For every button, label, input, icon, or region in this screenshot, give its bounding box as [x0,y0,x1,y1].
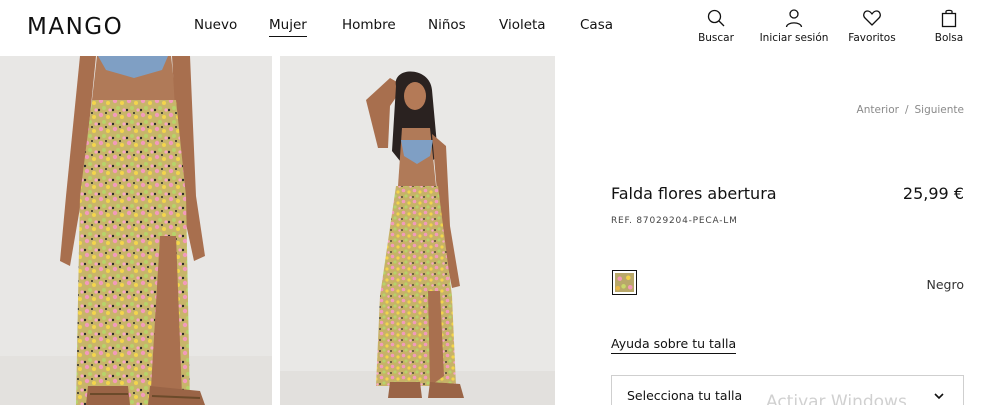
nav-item-nuevo[interactable]: Nuevo [194,17,237,33]
size-help-link[interactable]: Ayuda sobre tu talla [611,336,737,354]
product-title: Falda flores abertura [611,184,777,203]
product-photo-2[interactable] [280,56,555,405]
mango-logo[interactable]: MANGO [27,14,123,40]
bag-button[interactable]: Bolsa [933,8,965,44]
bag-icon [941,9,957,28]
color-swatch-floral[interactable] [612,270,637,295]
nav-item-mujer[interactable]: Mujer [269,17,307,37]
next-link[interactable]: Siguiente [914,104,964,116]
nav-item-casa[interactable]: Casa [580,17,613,33]
product-photo-1[interactable] [0,56,272,405]
bag-label: Bolsa [934,32,964,44]
model-full-body-image [280,56,555,405]
heart-icon [863,10,881,26]
product-reference: REF. 87029204-PECA-LM [611,216,738,226]
site-header: MANGO Nuevo Mujer Hombre Niños Violeta C… [0,0,985,56]
favorites-label: Favoritos [848,32,896,44]
search-button[interactable]: Buscar [697,8,735,44]
product-pager: Anterior / Siguiente [857,104,964,116]
model-skirt-closeup-image [0,56,272,405]
pager-separator: / [904,104,909,116]
search-label: Buscar [698,32,734,44]
nav-item-hombre[interactable]: Hombre [342,17,396,33]
login-label: Iniciar sesión [759,32,829,44]
search-icon [707,9,725,27]
login-button[interactable]: Iniciar sesión [758,8,830,44]
previous-link[interactable]: Anterior [857,104,899,116]
size-select-placeholder: Selecciona tu talla [627,388,743,403]
swatch-pattern [615,273,634,292]
selected-color-name: Negro [926,277,965,292]
nav-item-violeta[interactable]: Violeta [499,17,546,33]
product-price: 25,99 € [902,184,964,203]
size-select-dropdown[interactable]: Selecciona tu talla [611,375,964,405]
user-icon [785,9,803,28]
chevron-down-icon [934,393,944,400]
nav-item-ninos[interactable]: Niños [428,17,466,33]
favorites-button[interactable]: Favoritos [846,8,898,44]
